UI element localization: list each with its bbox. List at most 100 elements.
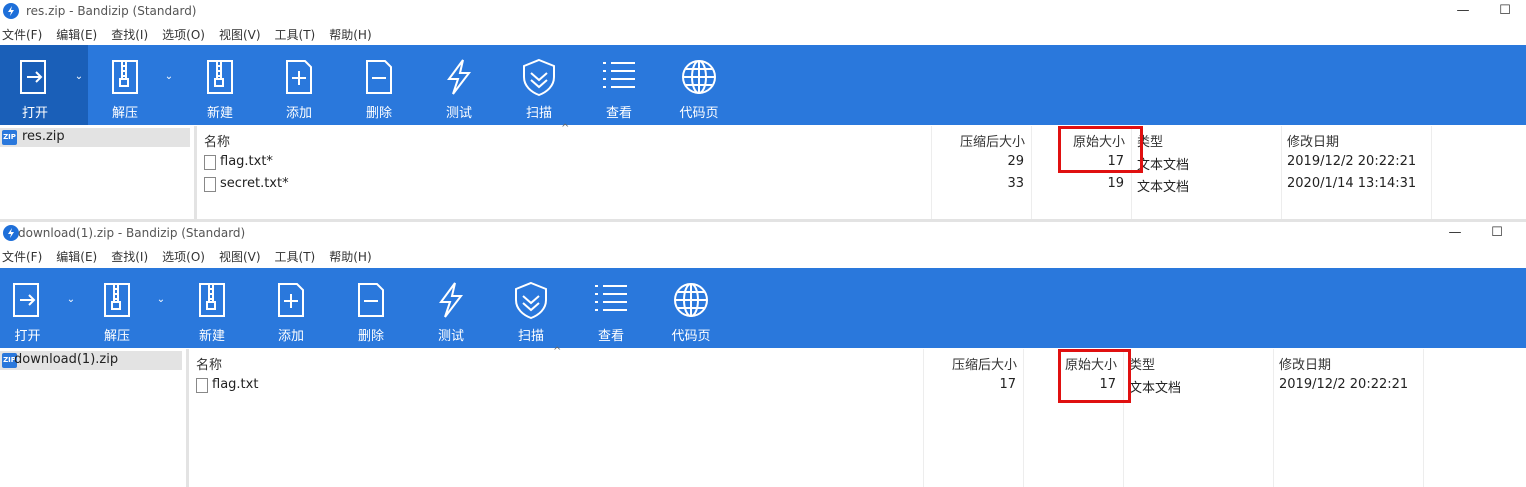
file-name[interactable]: secret.txt*: [220, 176, 289, 191]
extract-button[interactable]: 解压: [85, 45, 165, 125]
extract-label: 解压: [103, 329, 130, 344]
menu-view[interactable]: 视图(V): [219, 246, 261, 268]
test-button[interactable]: 测试: [411, 268, 491, 348]
minimize-icon[interactable]: —: [1440, 224, 1470, 242]
column-header-packed[interactable]: 压缩后大小: [952, 354, 1017, 373]
title-bar: res.zip - Bandizip (Standard) — ☐: [0, 0, 1526, 23]
toolbar: 打开 ⌄ 解压 ⌄ 新建 添加 删除 测试 扫描 查看 代码页: [0, 45, 1526, 125]
file-type: 文本文档: [1137, 158, 1190, 173]
codepage-label: 代码页: [671, 329, 711, 344]
tree-item-archive[interactable]: ZIP download(1).zip: [0, 351, 182, 370]
extract-dropdown-icon[interactable]: ⌄: [152, 268, 170, 348]
menu-find[interactable]: 查找(I): [111, 24, 148, 46]
delete-icon: [366, 60, 392, 94]
maximize-icon[interactable]: ☐: [1482, 224, 1512, 242]
delete-button[interactable]: 删除: [331, 268, 411, 348]
extract-label: 解压: [111, 106, 138, 121]
app-icon: [3, 3, 19, 19]
delete-button[interactable]: 删除: [339, 45, 419, 125]
menu-find[interactable]: 查找(I): [111, 246, 148, 268]
scan-icon: [523, 58, 555, 97]
new-archive-icon: [207, 60, 233, 94]
text-file-icon: [196, 378, 208, 393]
bandizip-window-res: res.zip - Bandizip (Standard) — ☐ 文件(F) 编…: [0, 0, 1526, 220]
open-button[interactable]: 打开: [0, 268, 55, 348]
modified-date: 2020/1/14 13:14:31: [1287, 176, 1417, 191]
toolbar: 打开 ⌄ 解压 ⌄ 新建 添加 删除 测试 扫描 查看 代码页: [0, 268, 1526, 348]
codepage-button[interactable]: 代码页: [651, 268, 731, 348]
new-archive-button[interactable]: 新建: [180, 45, 260, 125]
scan-button[interactable]: 扫描: [491, 268, 571, 348]
test-button[interactable]: 测试: [419, 45, 499, 125]
menu-help[interactable]: 帮助(H): [329, 24, 371, 46]
menu-options[interactable]: 选项(O): [162, 246, 205, 268]
minimize-icon[interactable]: —: [1448, 2, 1478, 20]
packed-size: 17: [999, 377, 1016, 392]
codepage-label: 代码页: [679, 106, 719, 121]
test-label: 测试: [437, 329, 464, 344]
packed-size: 33: [1007, 176, 1024, 191]
view-icon: [603, 62, 635, 88]
column-packed[interactable]: 压缩后大小 17: [923, 349, 1024, 487]
add-label: 添加: [277, 329, 304, 344]
menu-edit[interactable]: 编辑(E): [56, 246, 97, 268]
delete-icon: [358, 283, 384, 317]
text-file-icon: [204, 177, 216, 192]
add-button[interactable]: 添加: [259, 45, 339, 125]
column-header-packed[interactable]: 压缩后大小: [960, 131, 1025, 150]
view-button[interactable]: 查看: [571, 268, 651, 348]
menu-tools[interactable]: 工具(T): [275, 246, 316, 268]
open-icon: [12, 283, 39, 317]
view-button[interactable]: 查看: [579, 45, 659, 125]
extract-button[interactable]: 解压: [77, 268, 157, 348]
menu-edit[interactable]: 编辑(E): [56, 24, 97, 46]
menu-file[interactable]: 文件(F): [2, 246, 42, 268]
column-header-name[interactable]: 名称: [196, 354, 222, 373]
column-header-type[interactable]: 类型: [1129, 354, 1155, 373]
menu-help[interactable]: 帮助(H): [329, 246, 371, 268]
extract-icon: [112, 60, 138, 94]
column-name[interactable]: 名称 ^ flag.txt* secret.txt*: [197, 123, 932, 220]
column-type[interactable]: 类型 文本文档 文本文档: [1131, 126, 1282, 220]
scan-label: 扫描: [525, 106, 552, 121]
maximize-icon[interactable]: ☐: [1490, 2, 1520, 20]
new-archive-icon: [199, 283, 225, 317]
add-icon: [278, 283, 304, 317]
tree-item-label: download(1).zip: [14, 352, 119, 367]
column-date[interactable]: 修改日期 2019/12/2 20:22:21 2020/1/14 13:14:…: [1281, 126, 1432, 220]
extract-dropdown-icon[interactable]: ⌄: [160, 45, 178, 125]
bandizip-window-download: download(1).zip - Bandizip (Standard) — …: [0, 222, 1526, 487]
add-button[interactable]: 添加: [251, 268, 331, 348]
file-name[interactable]: flag.txt: [212, 377, 258, 392]
new-archive-button[interactable]: 新建: [172, 268, 252, 348]
highlight-box: [1058, 126, 1143, 173]
file-name[interactable]: flag.txt*: [220, 154, 273, 169]
menu-options[interactable]: 选项(O): [162, 24, 205, 46]
file-list: 名称 ^ flag.txt 压缩后大小 17 原始大小 17 类型 文本文档 修…: [189, 346, 1526, 487]
column-type[interactable]: 类型 文本文档: [1123, 349, 1274, 487]
file-type: 文本文档: [1137, 180, 1190, 195]
scan-button[interactable]: 扫描: [499, 45, 579, 125]
menu-file[interactable]: 文件(F): [2, 24, 42, 46]
sort-ascending-icon: ^: [561, 123, 570, 134]
highlight-box: [1058, 349, 1131, 403]
open-icon: [20, 60, 46, 94]
column-header-name[interactable]: 名称: [204, 131, 230, 150]
column-header-date[interactable]: 修改日期: [1287, 131, 1339, 150]
codepage-button[interactable]: 代码页: [659, 45, 739, 125]
title-bar: download(1).zip - Bandizip (Standard) — …: [0, 222, 1526, 245]
column-packed[interactable]: 压缩后大小 29 33: [931, 126, 1032, 220]
view-label: 查看: [605, 106, 632, 121]
text-file-icon: [204, 155, 216, 170]
open-button[interactable]: 打开: [0, 45, 70, 125]
original-size: 19: [1107, 176, 1124, 191]
packed-size: 29: [1007, 154, 1024, 169]
column-name[interactable]: 名称 ^ flag.txt: [189, 346, 924, 487]
menu-view[interactable]: 视图(V): [219, 24, 261, 46]
menu-bar: 文件(F) 编辑(E) 查找(I) 选项(O) 视图(V) 工具(T) 帮助(H): [0, 246, 386, 268]
column-header-date[interactable]: 修改日期: [1279, 354, 1331, 373]
menu-tools[interactable]: 工具(T): [275, 24, 316, 46]
add-icon: [286, 60, 312, 94]
tree-item-archive[interactable]: ZIP res.zip: [0, 128, 190, 147]
column-date[interactable]: 修改日期 2019/12/2 20:22:21: [1273, 349, 1424, 487]
